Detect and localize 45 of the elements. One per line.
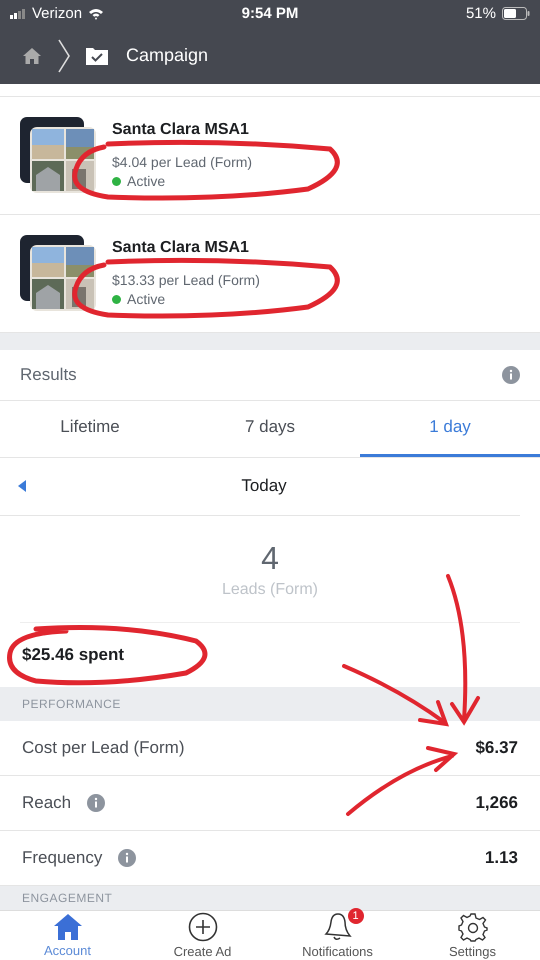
info-icon[interactable] (502, 366, 520, 384)
tab-bar-item[interactable]: 1 Notifications (270, 910, 405, 960)
metric-amount: 1.13 (484, 848, 518, 868)
info-icon[interactable] (87, 794, 106, 812)
date-label: Today (240, 476, 288, 496)
battery-icon (502, 7, 530, 20)
campaign-item[interactable]: Santa Clara MSA1 $13.33 per Lead (Form) Active (0, 214, 540, 333)
status-label: Active (127, 173, 166, 190)
cost-per-lead: $4.04 per Lead (Form) (112, 154, 252, 170)
campaign-name: Santa Clara MSA1 (112, 239, 250, 258)
tab-bar-item[interactable]: Settings (405, 910, 540, 960)
folder-check-icon (86, 46, 108, 65)
metric-amount: $6.37 (475, 738, 518, 758)
add-icon (188, 912, 218, 942)
metric-name: Cost per Lead (Form) (22, 738, 184, 758)
bell-icon (324, 912, 352, 942)
metric-amount: 1,266 (475, 793, 518, 814)
page-title: Campaign (126, 45, 208, 66)
amount-spent: $25.46 spent (22, 645, 124, 666)
metric-name: Reach (22, 793, 72, 814)
chevron-icon (58, 38, 70, 73)
period-tab[interactable]: 1 day (360, 400, 540, 456)
home-icon[interactable] (22, 46, 42, 65)
wifi-icon (88, 8, 104, 20)
carrier-name: Verizon (32, 5, 82, 22)
info-icon[interactable] (118, 849, 136, 868)
section-heading: PERFORMANCE (22, 697, 121, 712)
metric-label: Leads (Form) (222, 580, 318, 599)
previous-icon[interactable] (18, 480, 26, 492)
clock-time: 9:54 PM (242, 5, 298, 22)
metric-name: Frequency (22, 848, 102, 868)
battery-percent: 51% (466, 5, 496, 22)
period-tab[interactable]: 7 days (180, 400, 360, 456)
section-title: Results (20, 364, 77, 385)
campaign-item[interactable]: Santa Clara MSA1 $4.04 per Lead (Form) Active (0, 96, 540, 215)
settings-icon (458, 912, 488, 942)
tab-bar-item[interactable]: Create Ad (135, 910, 270, 960)
section-heading: ENGAGEMENT (22, 891, 112, 905)
cost-per-lead: $13.33 per Lead (Form) (112, 272, 260, 288)
campaign-name: Santa Clara MSA1 (112, 121, 250, 140)
home-icon (52, 912, 82, 941)
status-label: Active (127, 291, 166, 308)
signal-icon (10, 8, 26, 19)
metric-value: 4 (261, 540, 279, 577)
period-tab[interactable]: Lifetime (0, 400, 180, 456)
